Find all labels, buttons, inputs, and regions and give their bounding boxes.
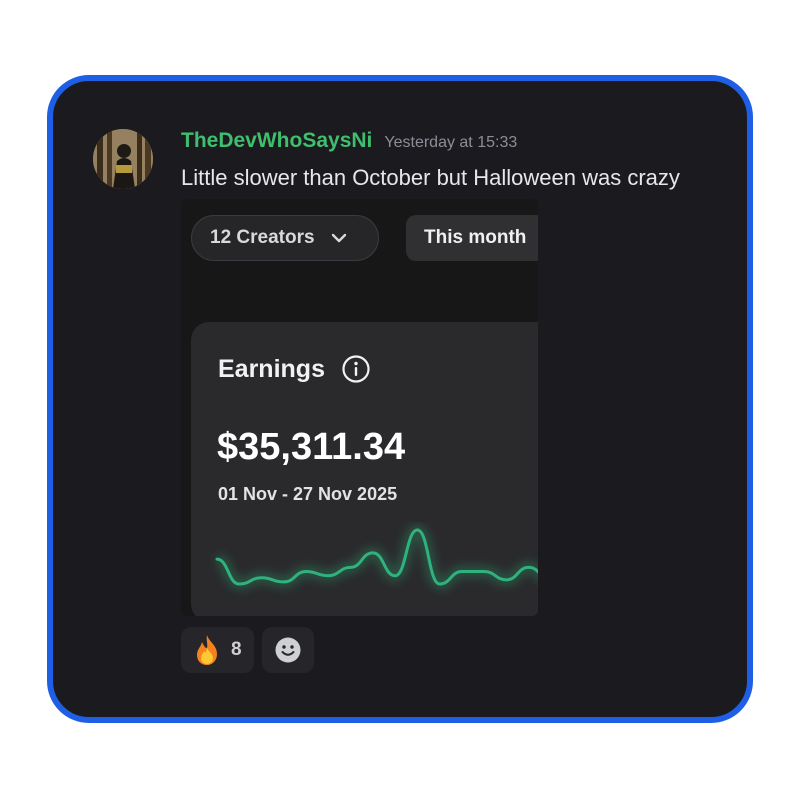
sparkline-glow [215, 524, 538, 590]
fire-emoji-icon [197, 635, 217, 665]
earnings-amount: $35,311.34 [217, 426, 406, 468]
add-reaction-button[interactable] [261, 627, 314, 673]
earnings-card-header: Earnings [218, 354, 371, 384]
smiley-icon [275, 637, 301, 663]
avatar-image [93, 129, 153, 189]
earnings-title: Earnings [218, 354, 325, 383]
info-icon[interactable] [341, 354, 371, 384]
creators-filter-label: 12 Creators [210, 227, 315, 248]
message-header: TheDevWhoSaysNi Yesterday at 15:33 [181, 129, 517, 153]
username[interactable]: TheDevWhoSaysNi [181, 129, 372, 153]
reaction-count: 8 [231, 639, 242, 660]
earnings-sparkline [215, 524, 538, 590]
embedded-screenshot[interactable]: 12 Creators This month Earnings $35,311.… [181, 199, 538, 616]
reactions-bar: 8 [181, 627, 314, 673]
user-avatar[interactable] [93, 129, 153, 189]
creators-filter-dropdown[interactable]: 12 Creators [191, 215, 379, 261]
chevron-down-icon [331, 233, 346, 243]
message-timestamp: Yesterday at 15:33 [384, 134, 518, 151]
earnings-date-range: 01 Nov - 27 Nov 2025 [218, 484, 398, 504]
earnings-card: Earnings $35,311.34 01 Nov - 27 Nov 2025 [191, 322, 538, 616]
message-text: Little slower than October but Halloween… [181, 165, 680, 190]
reaction-fire[interactable]: 8 [181, 627, 254, 673]
message-frame: TheDevWhoSaysNi Yesterday at 15:33 Littl… [47, 75, 753, 723]
period-filter-label: This month [424, 227, 527, 248]
period-filter-button[interactable]: This month [406, 215, 538, 261]
